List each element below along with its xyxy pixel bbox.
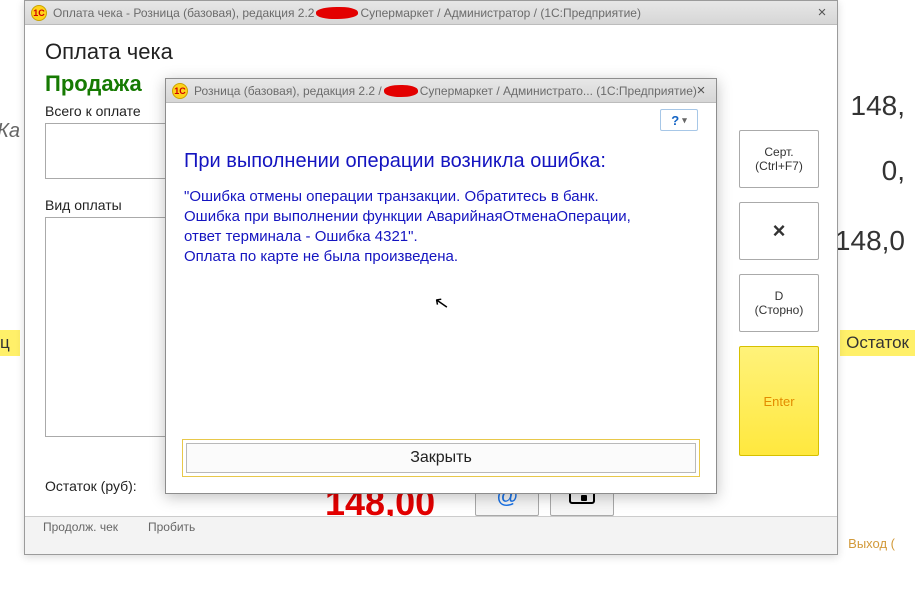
bg-highlight-left: ц bbox=[0, 330, 20, 356]
bg-text-left: "Ка bbox=[0, 120, 20, 143]
error-modal: 1C Розница (базовая), редакция 2.2 / Суп… bbox=[165, 78, 717, 494]
certificate-label-1: Серт. bbox=[764, 145, 793, 159]
tab-punch-label: Пробить bbox=[148, 521, 195, 534]
help-button[interactable]: ? bbox=[660, 109, 698, 131]
enter-button[interactable]: Enter bbox=[739, 346, 819, 456]
certificate-label-2: (Ctrl+F7) bbox=[755, 159, 803, 173]
tab-continue-label: Продолж. чек bbox=[43, 521, 118, 534]
close-icon[interactable]: × bbox=[813, 4, 831, 20]
bg-value-2: 0, bbox=[882, 155, 905, 187]
bg-value-1: 148, bbox=[851, 90, 906, 122]
error-body-2: Оплата по карте не была произведена. bbox=[184, 247, 654, 267]
bg-exit-link[interactable]: Выход ( bbox=[848, 536, 895, 551]
tab-continue-check[interactable]: Продолж. чек bbox=[43, 521, 118, 550]
storno-button[interactable]: D (Сторно) bbox=[739, 274, 819, 332]
payment-window-title-prefix: Оплата чека - Розница (базовая), редакци… bbox=[53, 6, 314, 20]
error-heading: При выполнении операции возникла ошибка: bbox=[184, 149, 698, 173]
error-modal-titlebar[interactable]: 1C Розница (базовая), редакция 2.2 / Суп… bbox=[166, 79, 716, 103]
bg-ostatok-label: Остаток bbox=[840, 330, 915, 356]
onec-logo-icon: 1C bbox=[172, 83, 188, 99]
clear-button[interactable]: × bbox=[739, 202, 819, 260]
remain-label: Остаток (руб): bbox=[45, 478, 137, 494]
redaction-blot-icon bbox=[316, 6, 358, 19]
error-body-1: "Ошибка отмены операции транзакции. Обра… bbox=[184, 187, 654, 247]
tab-punch[interactable]: Пробить bbox=[148, 521, 195, 550]
redaction-blot-icon bbox=[384, 84, 418, 97]
onec-logo-icon: 1C bbox=[31, 5, 47, 21]
bottom-tabs: Продолж. чек Пробить bbox=[25, 516, 837, 554]
close-button[interactable]: Закрыть bbox=[186, 443, 696, 473]
error-modal-title-suffix: Супермаркет / Администрато... (1С:Предпр… bbox=[420, 84, 697, 98]
payment-window-title-suffix: Супермаркет / Администратор / (1С:Предпр… bbox=[360, 6, 640, 20]
bg-value-3: 148,0 bbox=[835, 225, 905, 257]
error-modal-title-prefix: Розница (базовая), редакция 2.2 / bbox=[194, 84, 382, 98]
cursor-icon: ↖ bbox=[432, 292, 451, 315]
page-title: Оплата чека bbox=[45, 39, 817, 65]
enter-label: Enter bbox=[763, 394, 794, 409]
close-button-highlight: Закрыть bbox=[182, 439, 700, 477]
certificate-button[interactable]: Серт. (Ctrl+F7) bbox=[739, 130, 819, 188]
help-icon: ? bbox=[671, 113, 679, 128]
storno-label-2: (Сторно) bbox=[755, 303, 804, 317]
close-icon[interactable]: × bbox=[692, 82, 710, 98]
x-icon: × bbox=[773, 218, 786, 244]
payment-window-titlebar[interactable]: 1C Оплата чека - Розница (базовая), реда… bbox=[25, 1, 837, 25]
storno-label-1: D bbox=[775, 289, 784, 303]
side-button-column: Серт. (Ctrl+F7) × D (Сторно) Enter bbox=[739, 130, 819, 456]
